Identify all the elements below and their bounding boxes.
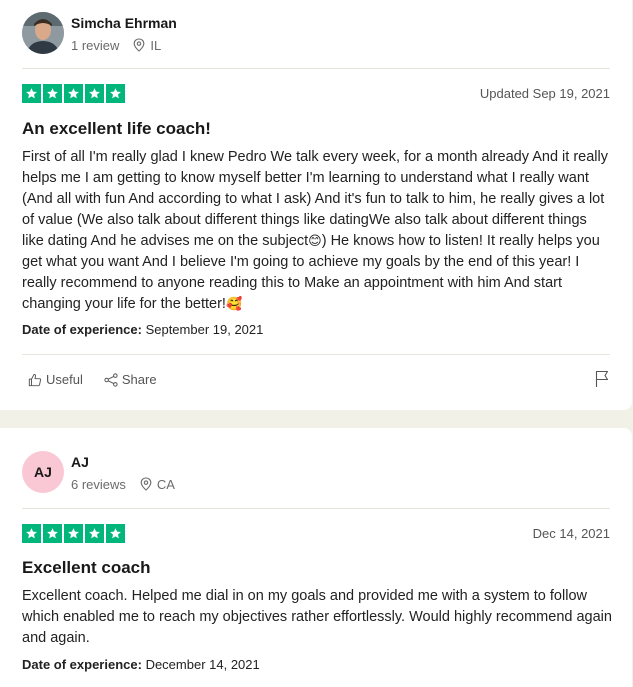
location-pin-icon <box>133 38 145 52</box>
location-pin-icon <box>140 477 152 491</box>
review-date: Dec 14, 2021 <box>532 526 610 541</box>
star-icon <box>43 524 62 543</box>
review-date: Updated Sep 19, 2021 <box>479 86 610 101</box>
star-icon <box>22 84 41 103</box>
star-icon <box>85 524 104 543</box>
smile-emoji-icon: 😊 <box>308 234 322 249</box>
review-actions: Useful Share <box>28 372 178 387</box>
review-card: Simcha Ehrman 1 review IL Updated Sep 19… <box>0 0 632 410</box>
consumer-info[interactable]: AJ AJ 6 reviews CA <box>22 451 175 493</box>
star-icon <box>43 84 62 103</box>
review-title[interactable]: Excellent coach <box>22 558 151 578</box>
star-rating <box>22 524 125 543</box>
heart-eyes-emoji-icon: 🥰 <box>225 297 243 312</box>
experience-date: December 14, 2021 <box>145 657 260 672</box>
star-icon <box>85 84 104 103</box>
consumer-name[interactable]: Simcha Ehrman <box>71 14 177 32</box>
review-body: Excellent coach. Helped me dial in on my… <box>22 588 612 646</box>
consumer-info[interactable]: Simcha Ehrman 1 review IL <box>22 12 177 54</box>
star-icon <box>22 524 41 543</box>
share-label: Share <box>121 372 157 387</box>
experience-date: September 19, 2021 <box>145 322 264 337</box>
star-rating <box>22 84 125 103</box>
divider <box>22 508 610 509</box>
date-of-experience: Date of experience: September 19, 2021 <box>22 322 263 337</box>
star-icon <box>106 84 125 103</box>
review-title[interactable]: An excellent life coach! <box>22 119 211 139</box>
avatar[interactable]: AJ <box>22 451 64 493</box>
useful-button[interactable]: Useful <box>28 372 83 387</box>
star-icon <box>64 84 83 103</box>
consumer-location: IL <box>150 37 162 53</box>
avatar[interactable] <box>22 12 64 54</box>
divider <box>22 68 610 69</box>
divider <box>22 354 610 355</box>
consumer-location: CA <box>156 476 175 492</box>
useful-label: Useful <box>46 372 83 387</box>
experience-label: Date of experience: <box>22 322 142 337</box>
star-icon <box>64 524 83 543</box>
date-of-experience: Date of experience: December 14, 2021 <box>22 657 260 672</box>
consumer-name[interactable]: AJ <box>71 453 175 471</box>
review-body: First of all I'm really glad I knew Pedr… <box>22 147 612 315</box>
share-icon <box>104 372 118 387</box>
flag-icon <box>595 370 609 387</box>
review-count: 6 reviews <box>71 476 126 492</box>
star-icon <box>106 524 125 543</box>
avatar-photo-icon <box>22 12 64 54</box>
review-count: 1 review <box>71 37 120 53</box>
experience-label: Date of experience: <box>22 657 142 672</box>
report-button[interactable] <box>594 370 610 393</box>
thumbs-up-icon <box>28 373 42 386</box>
share-button[interactable]: Share <box>104 372 157 387</box>
review-card: AJ AJ 6 reviews CA Dec 14, 2021 Excellen… <box>0 428 632 687</box>
